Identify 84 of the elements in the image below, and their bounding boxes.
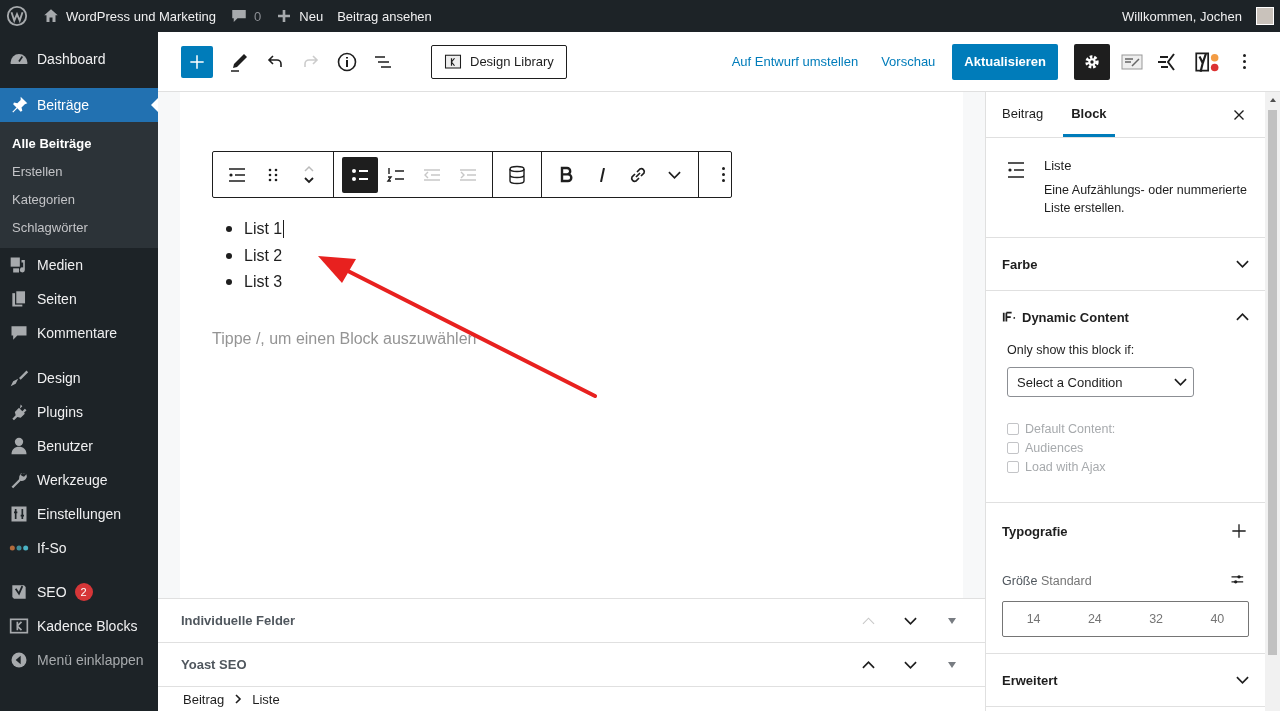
menu-item[interactable]: Medien (0, 248, 158, 282)
chevron-down-icon (903, 616, 917, 625)
brush-icon (9, 368, 29, 388)
menu-item[interactable]: If-So (0, 531, 158, 565)
chevron-down-icon (903, 660, 917, 669)
menu-item[interactable]: Design (0, 361, 158, 395)
bullet (226, 226, 232, 233)
more-icon (1242, 54, 1246, 69)
text-cursor (283, 220, 285, 239)
update-button[interactable]: Aktualisieren (952, 43, 1058, 80)
count-badge: 2 (74, 583, 93, 601)
switch-to-draft-link[interactable]: Auf Entwurf umstellen (731, 54, 859, 69)
italic-icon (599, 167, 605, 182)
menu-item[interactable]: SEO 2 (0, 575, 158, 609)
size-label: Größe Standard (1002, 574, 1092, 588)
site-title[interactable]: WordPress und Marketing (66, 8, 217, 24)
submenu-item[interactable]: Alle Beiträge (0, 129, 158, 157)
toggle-button[interactable] (1236, 260, 1249, 268)
condition-prompt: Only show this block if: (1007, 343, 1136, 357)
scrollbar[interactable] (1265, 92, 1280, 711)
tab[interactable]: Block (1063, 92, 1115, 137)
scroll-up-icon (1268, 96, 1277, 104)
chevron-down-icon (1236, 676, 1249, 684)
frame-icon (9, 616, 29, 636)
bullet (226, 252, 232, 259)
collapse-menu-button[interactable]: Menü einklappen (0, 643, 158, 677)
panel-title[interactable]: Dynamic Content (1022, 309, 1129, 325)
more-icon (721, 167, 725, 182)
design-library-button[interactable]: Design Library (431, 44, 567, 79)
pin-icon (9, 95, 29, 115)
new-link[interactable]: Neu (299, 8, 324, 24)
chevron-down-icon (667, 170, 681, 179)
bullet (226, 279, 232, 286)
menu-item[interactable]: Einstellungen (0, 497, 158, 531)
panel-title[interactable]: Farbe (1002, 256, 1038, 272)
panel-title[interactable]: Typografie (1002, 523, 1068, 539)
logo-icon (6, 5, 28, 27)
list-item[interactable]: List 3 (244, 273, 283, 292)
block-description: Eine Aufzählungs- oder nummerierte Liste erstellen. (1044, 182, 1248, 217)
plug-icon (9, 402, 29, 422)
toggle-button[interactable] (1236, 313, 1249, 321)
panel-title[interactable]: Erweitert (1002, 672, 1058, 688)
collapse-icon (9, 650, 29, 670)
home-icon (42, 7, 60, 25)
submenu-item[interactable]: Erstellen (0, 157, 158, 185)
submenu-item[interactable]: Kategorien (0, 185, 158, 213)
block-title: Liste (1044, 158, 1073, 173)
tab[interactable]: Beitrag (994, 92, 1052, 137)
menu-item[interactable]: Dashboard (0, 42, 158, 76)
add-block-button[interactable] (181, 45, 213, 78)
size-option[interactable]: 24 (1064, 602, 1126, 636)
settings-button[interactable] (1074, 43, 1110, 80)
breadcrumb-item[interactable]: Liste (252, 691, 280, 707)
menu-item[interactable]: Beiträge (0, 88, 158, 122)
menu-item[interactable]: Kommentare (0, 316, 158, 350)
chevron-down-icon (1174, 378, 1187, 386)
list-item[interactable]: List 1 (244, 220, 283, 239)
plus-icon (1229, 521, 1249, 541)
menu-item[interactable]: Plugins (0, 395, 158, 429)
list-style-button[interactable] (342, 156, 378, 193)
condition-select[interactable]: Select a Condition (1007, 367, 1194, 397)
list-item[interactable]: List 2 (244, 246, 283, 265)
size-option[interactable]: 14 (1003, 602, 1065, 636)
wrench-icon (9, 470, 29, 490)
menu-item[interactable]: Benutzer (0, 429, 158, 463)
chevron-down-icon (1236, 260, 1249, 268)
frame-icon (444, 52, 462, 71)
size-option[interactable]: 40 (1186, 602, 1248, 636)
toggle-button[interactable] (1236, 676, 1249, 684)
size-option[interactable]: 32 (1125, 602, 1187, 636)
menu-item[interactable]: Werkzeuge (0, 463, 158, 497)
menu-item[interactable]: Seiten (0, 282, 158, 316)
preview-link[interactable]: Vorschau (881, 54, 936, 69)
condition-icon (1002, 310, 1016, 324)
menu-item[interactable]: Kadence Blocks (0, 609, 158, 643)
comment-count[interactable]: 0 (254, 8, 262, 24)
user-icon (9, 436, 29, 456)
sliders-icon (9, 504, 29, 524)
greeting[interactable]: Willkommen, Jochen (1122, 8, 1242, 24)
submenu-item[interactable]: Schlagwörter (0, 213, 158, 241)
chevron-up-icon (1236, 313, 1249, 321)
breadcrumb-item[interactable]: Beitrag (183, 691, 225, 707)
view-post-link[interactable]: Beitrag ansehen (337, 8, 432, 24)
add-button[interactable] (1229, 521, 1249, 541)
